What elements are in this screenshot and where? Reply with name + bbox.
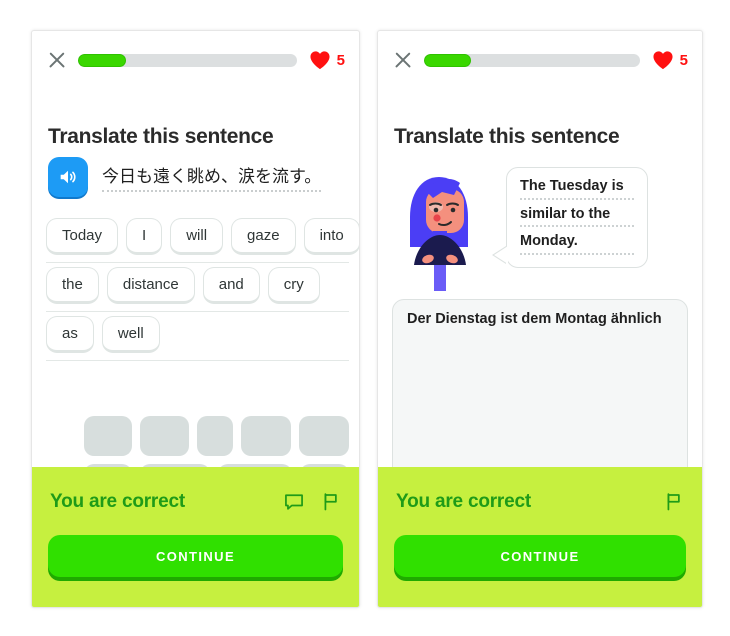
right-banner-icons: [662, 491, 684, 513]
bubble-line: Monday.: [520, 234, 634, 255]
right-hearts[interactable]: 5: [652, 50, 688, 70]
word-tile-row: the distance and cry: [46, 263, 349, 312]
ghost-tile: [241, 416, 292, 456]
close-icon[interactable]: [392, 49, 414, 71]
word-tile[interactable]: cry: [267, 267, 320, 304]
word-tile[interactable]: into: [303, 218, 359, 255]
status-message: You are correct: [50, 491, 185, 512]
ghost-tile: [140, 416, 189, 456]
ghost-tile: [299, 416, 349, 456]
left-phone-panel: 5 Translate this sentence 今日も遠く眺め、涙を流す。 …: [31, 30, 360, 608]
right-success-banner: You are correct CONTINUE: [378, 467, 702, 607]
speech-bubble: The Tuesday is similar to the Monday.: [494, 167, 648, 268]
character-avatar-icon: [410, 177, 468, 291]
bubble-tail-icon: [494, 246, 508, 264]
continue-button[interactable]: CONTINUE: [48, 535, 343, 577]
character-illustration: [392, 161, 507, 296]
progress-fill: [424, 53, 472, 67]
hearts-count: 5: [679, 51, 688, 69]
prompt-row: 今日も遠く眺め、涙を流す。: [48, 157, 322, 197]
heart-icon: [310, 51, 330, 70]
word-tile-bank: Today Iwill gaze into the distance and cry as wel…: [46, 214, 359, 361]
ghost-tile-row: [84, 416, 349, 456]
word-tile[interactable]: well: [101, 316, 160, 353]
ghost-tile: [196, 416, 234, 456]
word-tile-row: Today Iwill gaze into: [46, 214, 359, 263]
word-tile[interactable]: will: [170, 218, 224, 255]
right-phone-panel: 5 Translate this sentence The Tuesday is…: [377, 30, 703, 608]
ghost-tile: [84, 416, 133, 456]
page-title: Translate this sentence: [394, 125, 620, 148]
flag-icon[interactable]: [319, 491, 341, 513]
left-progress-bar: [78, 53, 297, 67]
word-tile[interactable]: the: [46, 267, 99, 304]
word-tile-row: as well: [46, 312, 349, 361]
japanese-sentence[interactable]: 今日も遠く眺め、涙を流す。: [102, 162, 322, 192]
heart-icon: [653, 51, 673, 70]
right-banner-top: You are correct: [378, 467, 702, 513]
speaker-glyph: [60, 170, 76, 184]
page-title: Translate this sentence: [48, 125, 274, 148]
left-header: 5: [32, 31, 359, 89]
word-tile[interactable]: I: [126, 218, 163, 255]
left-success-banner: You are correct CONTINUE: [32, 467, 359, 607]
word-tile[interactable]: gaze: [231, 218, 296, 255]
word-tile[interactable]: Today: [46, 218, 119, 255]
word-tile[interactable]: as: [46, 316, 94, 353]
left-banner-top: You are correct: [32, 467, 359, 513]
hearts-count: 5: [336, 51, 345, 69]
bubble-line: similar to the: [520, 206, 634, 227]
close-icon[interactable]: [46, 49, 68, 71]
status-message: You are correct: [396, 491, 531, 512]
answer-text: Der Dienstag ist dem Montag ähnlich: [407, 311, 662, 327]
left-banner-icons: [283, 491, 341, 513]
progress-fill: [78, 53, 127, 67]
screenshot-stage: 5 Translate this sentence 今日も遠く眺め、涙を流す。 …: [0, 0, 730, 636]
right-progress-bar: [424, 53, 640, 67]
right-header: 5: [378, 31, 702, 89]
word-tile[interactable]: distance: [106, 267, 195, 304]
speaker-icon[interactable]: [48, 157, 88, 197]
continue-button[interactable]: CONTINUE: [394, 535, 686, 577]
flag-icon[interactable]: [662, 491, 684, 513]
word-tile[interactable]: and: [202, 267, 260, 304]
speech-bubble-icon[interactable]: [283, 491, 305, 513]
left-hearts[interactable]: 5: [309, 50, 345, 70]
bubble-line: The Tuesday is: [520, 179, 634, 200]
